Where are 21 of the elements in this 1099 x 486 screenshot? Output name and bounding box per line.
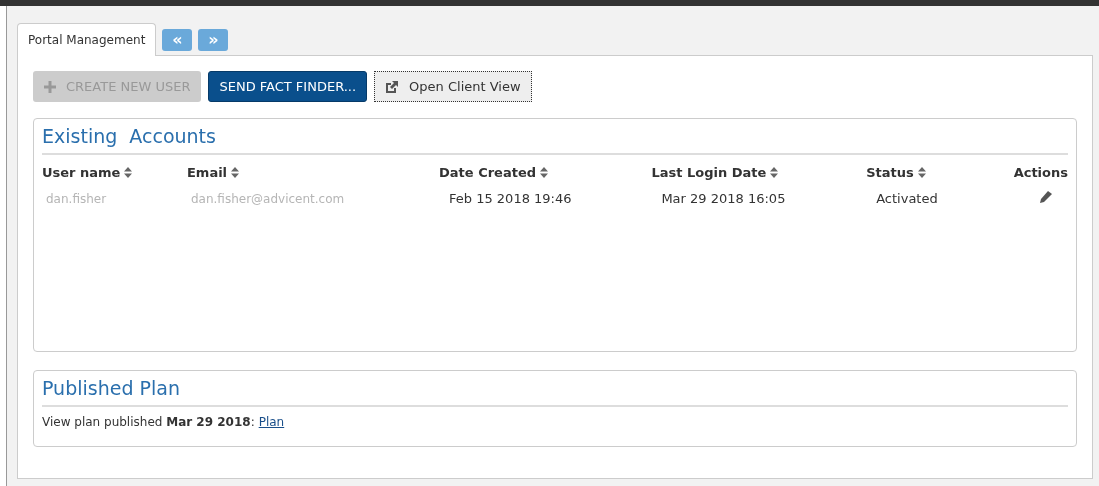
column-header[interactable]: Actions <box>980 161 1068 188</box>
pencil-icon[interactable] <box>1038 190 1054 204</box>
table-cell-text: Activated <box>875 190 939 208</box>
table-cell-text: dan.fisher <box>45 190 108 208</box>
column-header[interactable]: Email <box>186 161 439 188</box>
plan-link[interactable]: Plan <box>258 415 285 429</box>
card-title: Published Plan <box>42 377 1068 407</box>
portal-tab[interactable]: Portal Management <box>17 23 157 56</box>
column-header[interactable]: Last Login Date <box>651 161 867 188</box>
column-header[interactable]: Status <box>866 161 981 188</box>
plan-published-text: View plan published Mar 29 2018: <box>42 415 255 429</box>
plus-icon <box>44 80 56 93</box>
send-fact-finder-button[interactable]: SEND FACT FINDER... <box>208 71 368 102</box>
table-cell-text: Feb 15 2018 19:46 <box>448 190 573 208</box>
table-cell-text: Mar 29 2018 16:05 <box>660 190 787 208</box>
column-header[interactable]: Date Created <box>439 161 652 188</box>
external-link-icon <box>385 79 400 94</box>
column-header[interactable]: User name <box>42 161 187 188</box>
open-client-view-button[interactable]: Open Client View <box>374 71 532 102</box>
table-cell-text: dan.fisher@advicent.com <box>189 190 346 208</box>
card-title: Existing Accounts <box>42 125 1068 155</box>
